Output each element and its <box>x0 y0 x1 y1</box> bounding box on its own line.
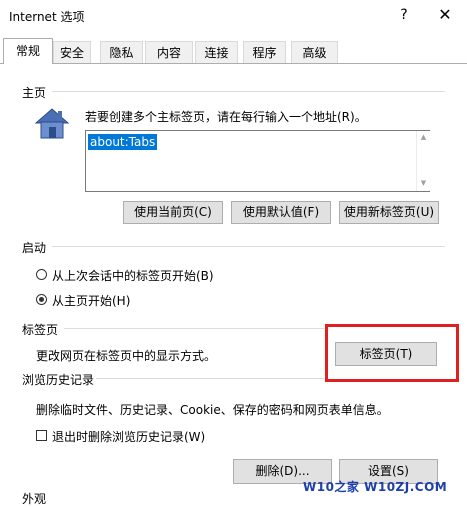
radio-last-session-label: 从上次会话中的标签页开始(B) <box>52 269 214 283</box>
tab-content[interactable]: 内容 <box>145 41 193 63</box>
close-button[interactable]: ✕ <box>432 2 458 28</box>
history-section-label: 浏览历史记录 <box>22 373 95 387</box>
delete-on-exit-label: 退出时删除浏览历史记录(W) <box>52 430 206 444</box>
window-title: Internet 选项 <box>9 10 85 24</box>
history-description: 删除临时文件、历史记录、Cookie、保存的密码和网页表单信息。 <box>36 403 389 417</box>
startup-separator <box>52 246 445 247</box>
tabs-description: 更改网页在标签页中的显示方式。 <box>36 349 217 363</box>
home-separator <box>52 91 445 92</box>
home-description: 若要创建多个主标签页，请在每行输入一个地址(R)。 <box>85 110 367 124</box>
home-section-label: 主页 <box>22 86 47 100</box>
radio-home-page-label: 从主页开始(H) <box>52 294 131 308</box>
tab-panel-border <box>0 63 467 64</box>
radio-home-page[interactable] <box>36 294 47 305</box>
tab-advanced[interactable]: 高级 <box>291 41 338 63</box>
tab-programs[interactable]: 程序 <box>243 41 286 63</box>
tabs-section-label: 标签页 <box>22 323 59 337</box>
use-new-tab-button[interactable]: 使用新标签页(U) <box>339 201 439 224</box>
tab-general[interactable]: 常规 <box>3 38 53 64</box>
scroll-up-icon[interactable]: ▲ <box>417 133 430 141</box>
use-current-button[interactable]: 使用当前页(C) <box>123 201 223 224</box>
tab-security[interactable]: 安全 <box>53 41 91 63</box>
startup-section-label: 启动 <box>22 241 47 255</box>
delete-on-exit-checkbox[interactable] <box>36 430 47 441</box>
house-icon <box>32 103 72 143</box>
highlight-box <box>325 324 459 382</box>
watermark-logo: W10之家 W10ZJ.COM <box>303 480 448 494</box>
history-separator <box>96 378 324 379</box>
home-url-value: about:Tabs <box>88 134 158 150</box>
textarea-scrollbar[interactable]: ▲ ▼ <box>416 131 430 191</box>
tabs-separator <box>64 328 324 329</box>
scroll-down-icon[interactable]: ▼ <box>417 179 430 187</box>
use-default-button[interactable]: 使用默认值(F) <box>231 201 331 224</box>
tab-privacy[interactable]: 隐私 <box>100 41 143 63</box>
tab-connections[interactable]: 连接 <box>195 41 238 63</box>
radio-last-session[interactable] <box>36 269 47 280</box>
help-button[interactable]: ? <box>394 4 414 26</box>
